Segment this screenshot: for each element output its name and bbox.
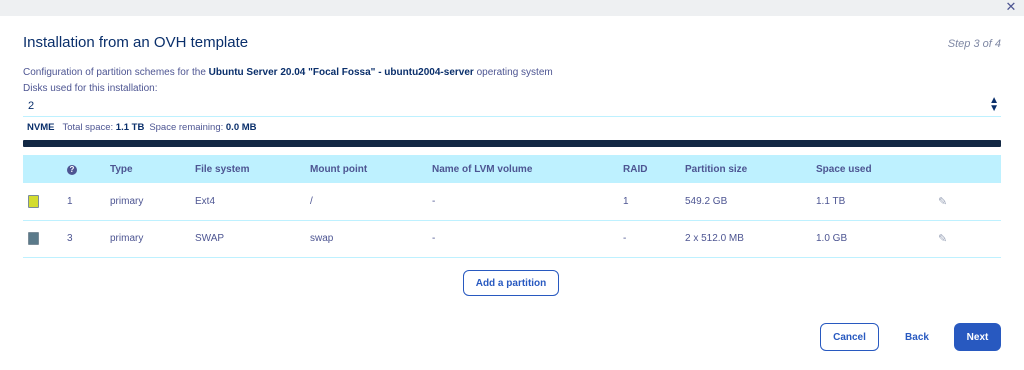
pencil-icon[interactable]: ✎ — [938, 196, 947, 208]
config-description: Configuration of partition schemes for t… — [23, 67, 553, 78]
table-row: 3 primary SWAP swap - - 2 x 512.0 MB 1.0… — [23, 220, 1001, 257]
header-color — [23, 155, 67, 183]
header-lvm-name: Name of LVM volume — [432, 163, 533, 175]
help-icon[interactable]: ? — [67, 164, 77, 175]
partition-space-used: 1.1 TB — [816, 195, 846, 207]
partition-raid: - — [623, 233, 627, 244]
config-suffix: operating system — [473, 67, 553, 78]
cancel-button[interactable]: Cancel — [820, 323, 879, 351]
disk-type: NVME — [27, 122, 55, 133]
header-mount-point: Mount point — [310, 163, 368, 175]
partition-raid: 1 — [623, 195, 629, 207]
pencil-icon[interactable]: ✎ — [938, 233, 947, 245]
os-name: Ubuntu Server 20.04 "Focal Fossa" - ubun… — [208, 67, 474, 78]
table-header-row: ? Type File system Mount point Name of L… — [23, 155, 1001, 183]
partition-size: 549.2 GB — [685, 195, 728, 207]
partition-color-swatch — [28, 232, 39, 245]
header-partition-size: Partition size — [685, 163, 748, 175]
disks-select[interactable]: 2 ▲ ▼ — [23, 96, 1001, 117]
header-type: Type — [110, 163, 133, 175]
close-icon[interactable]: ✕ — [1004, 0, 1018, 14]
dialog-title: Installation from an OVH template — [23, 34, 249, 51]
partition-lvm-name: - — [432, 195, 436, 207]
next-button[interactable]: Next — [954, 323, 1001, 351]
total-space-label: Total space: — [62, 122, 116, 133]
partition-file-system: Ext4 — [195, 195, 216, 207]
partition-number: 3 — [67, 233, 73, 244]
partition-space-used: 1.0 GB — [816, 233, 848, 244]
space-remaining-label: Space remaining: — [149, 122, 226, 133]
header-space-used: Space used — [816, 163, 872, 175]
partition-table: ? Type File system Mount point Name of L… — [23, 155, 1001, 258]
back-button[interactable]: Back — [893, 323, 941, 351]
select-arrows-icon: ▲ ▼ — [989, 95, 999, 114]
config-prefix: Configuration of partition schemes for t… — [23, 67, 209, 78]
partition-mount-point: swap — [310, 233, 334, 244]
partition-file-system: SWAP — [195, 233, 225, 244]
header-file-system: File system — [195, 163, 250, 175]
partition-color-swatch — [28, 194, 39, 208]
space-remaining-value: 0.0 MB — [225, 122, 257, 133]
step-indicator: Step 3 of 4 — [947, 38, 1001, 50]
add-partition-button[interactable]: Add a partition — [463, 270, 559, 296]
table-row: 1 primary Ext4 / - 1 549.2 GB 1.1 TB ✎ — [23, 183, 1001, 220]
partition-lvm-name: - — [432, 233, 436, 244]
partition-mount-point: / — [310, 195, 313, 207]
partition-type: primary — [110, 195, 144, 207]
header-raid: RAID — [623, 163, 648, 175]
disks-label: Disks used for this installation: — [23, 83, 158, 94]
partition-type: primary — [110, 233, 144, 244]
disk-usage-bar — [23, 140, 1001, 147]
top-bar: ✕ — [0, 0, 1024, 16]
disks-select-value: 2 — [28, 100, 35, 112]
partition-number: 1 — [67, 195, 73, 207]
total-space-value: 1.1 TB — [115, 122, 145, 133]
header-help: ? — [67, 155, 110, 183]
header-actions — [938, 155, 1001, 183]
partition-size: 2 x 512.0 MB — [685, 233, 744, 244]
disk-info: NVME Total space: 1.1 TB Space remaining: … — [27, 122, 257, 133]
